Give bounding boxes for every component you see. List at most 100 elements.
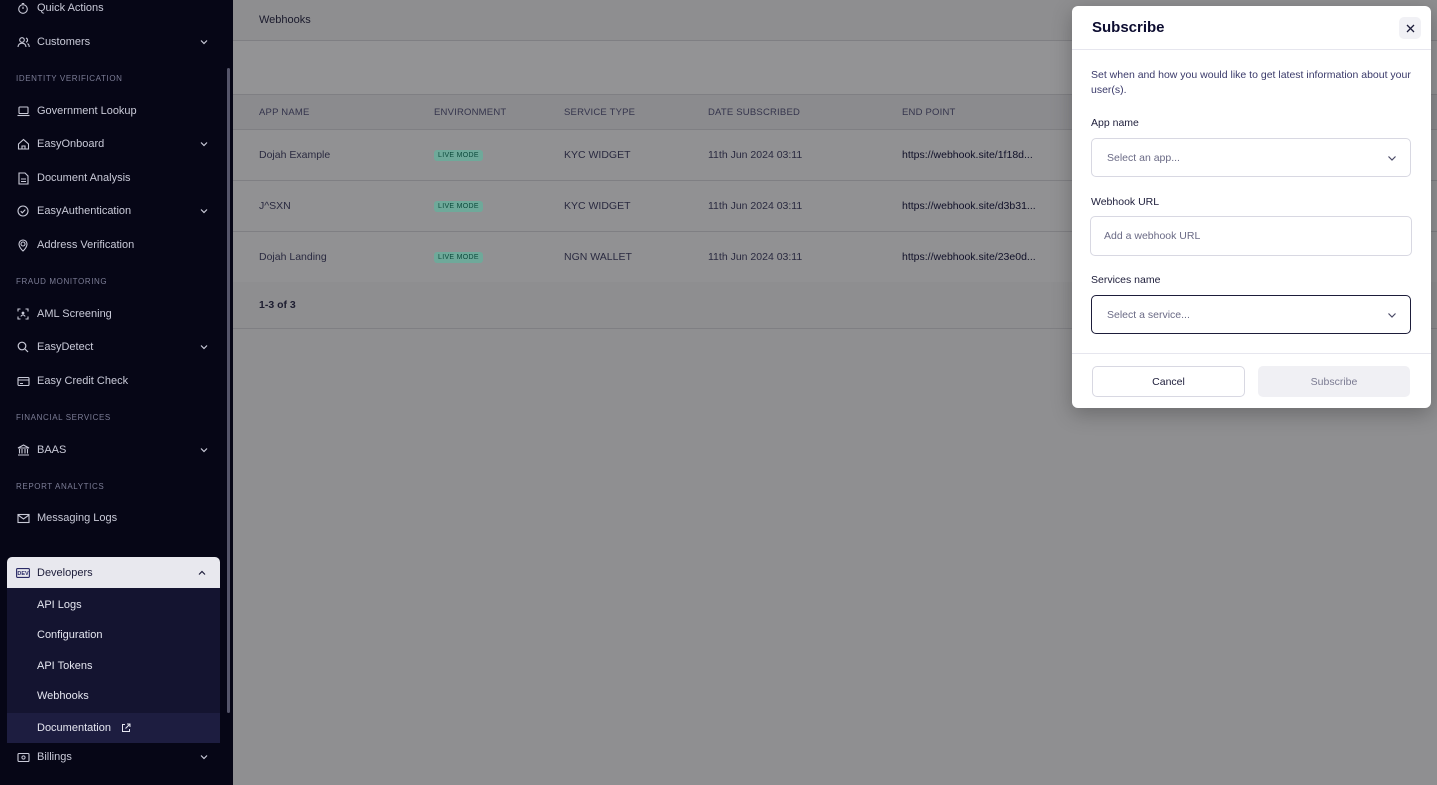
date-cell: 11th Jun 2024 03:11 [708, 200, 803, 212]
sidebar-item-label: Billings [37, 751, 72, 763]
sidebar-subitem-label: Documentation [37, 722, 111, 734]
column-header: SERVICE TYPE [564, 107, 636, 118]
page-title: Webhooks [259, 14, 311, 26]
status-badge: LIVE MODE [434, 252, 483, 263]
app-name-placeholder: Select an app... [1107, 151, 1180, 164]
endpoint-link[interactable]: https://webhook.site/1f18d... [902, 149, 1033, 161]
sidebar-item-label: Easy Credit Check [37, 375, 129, 387]
sidebar-item-document-analysis[interactable]: Document Analysis [0, 163, 226, 193]
stopwatch-icon [16, 1, 30, 15]
sidebar-item-baas[interactable]: BAAS [0, 435, 226, 465]
chevron-down-icon [1388, 313, 1396, 318]
app-name-cell: Dojah Example [259, 149, 331, 161]
sidebar-item-aml-screening[interactable]: AML Screening [0, 299, 226, 329]
chevron-down-icon [200, 755, 208, 760]
dev-icon: DEV [16, 567, 30, 579]
chevron-down-icon [200, 209, 208, 214]
date-cell: 11th Jun 2024 03:11 [708, 149, 803, 161]
close-icon [1406, 24, 1414, 32]
document-icon [16, 171, 30, 185]
sidebar-item-easydetect[interactable]: EasyDetect [0, 332, 226, 362]
services-name-placeholder: Select a service... [1107, 308, 1190, 321]
sidebar-item-label: Address Verification [37, 239, 135, 251]
sidebar-subitem-webhooks[interactable]: Webhooks [37, 690, 89, 702]
app-name-select[interactable]: Select an app... [1091, 138, 1411, 177]
section-label-identity: IDENTITY VERIFICATION [16, 74, 123, 83]
sidebar-item-customers[interactable]: Customers [0, 27, 226, 57]
sidebar-item-label: BAAS [37, 444, 67, 456]
sidebar-item-messaging-logs[interactable]: Messaging Logs [0, 503, 226, 533]
users-icon [16, 35, 30, 49]
credit-card-icon [16, 374, 30, 388]
sidebar-subitem-configuration[interactable]: Configuration [37, 629, 102, 641]
sidebar-item-easy-credit-check[interactable]: Easy Credit Check [0, 366, 226, 396]
chevron-down-icon [1388, 156, 1396, 161]
sidebar-item-easyauthentication[interactable]: EasyAuthentication [0, 196, 226, 226]
sidebar-item-developers[interactable]: DEV Developers [7, 557, 220, 588]
chevron-down-icon [200, 448, 208, 453]
sidebar-scrollbar[interactable] [227, 68, 230, 713]
sidebar-subitem-api-logs[interactable]: API Logs [37, 599, 82, 611]
check-circle-icon [16, 204, 30, 218]
section-label-fraud: FRAUD MONITORING [16, 277, 108, 286]
sidebar-item-quick-actions[interactable]: Quick Actions [0, 0, 226, 23]
sidebar-item-billings[interactable]: Billings [0, 742, 226, 772]
cancel-button[interactable]: Cancel [1092, 366, 1245, 397]
app-name-cell: Dojah Landing [259, 251, 327, 263]
sidebar-item-label: AML Screening [37, 308, 112, 320]
close-button[interactable] [1399, 17, 1421, 39]
services-name-label: Services name [1091, 274, 1161, 286]
sidebar-item-label: Customers [37, 36, 91, 48]
services-name-select[interactable]: Select a service... [1091, 295, 1411, 334]
column-header: APP NAME [259, 107, 310, 118]
modal-title: Subscribe [1092, 19, 1165, 36]
column-header: END POINT [902, 107, 956, 118]
map-pin-icon [16, 238, 30, 252]
chevron-down-icon [200, 345, 208, 350]
webhook-url-input[interactable] [1090, 216, 1412, 256]
external-link-icon [122, 723, 131, 732]
status-badge: LIVE MODE [434, 150, 483, 161]
subscribe-button[interactable]: Subscribe [1258, 366, 1410, 397]
sidebar: Quick Actions Customers IDENTITY VERIFIC… [0, 0, 233, 785]
bank-icon [16, 443, 30, 457]
sidebar-item-address-verification[interactable]: Address Verification [0, 230, 226, 260]
modal-header: Subscribe [1072, 6, 1431, 50]
column-header: ENVIRONMENT [434, 107, 507, 118]
scan-face-icon [16, 307, 30, 321]
sidebar-subitem-api-tokens[interactable]: API Tokens [37, 660, 92, 672]
chevron-down-icon [200, 40, 208, 45]
sidebar-subitem-documentation[interactable]: Documentation [7, 713, 220, 743]
chevron-down-icon [200, 142, 208, 147]
webhook-url-label: Webhook URL [1091, 196, 1160, 208]
laptop-icon [16, 104, 30, 118]
sidebar-item-label: Document Analysis [37, 172, 131, 184]
section-label-report: REPORT ANALYTICS [16, 482, 105, 491]
app-name-cell: J^SXN [259, 200, 291, 212]
home-icon [16, 137, 30, 151]
sidebar-item-label: Messaging Logs [37, 512, 118, 524]
sidebar-item-label: EasyAuthentication [37, 205, 132, 217]
endpoint-link[interactable]: https://webhook.site/d3b31... [902, 200, 1036, 212]
sidebar-item-label: EasyDetect [37, 341, 94, 353]
sidebar-item-label: Developers [37, 566, 93, 579]
subscribe-modal: Subscribe Set when and how you would lik… [1072, 6, 1431, 408]
sidebar-item-government-lookup[interactable]: Government Lookup [0, 96, 226, 126]
chevron-up-icon [198, 570, 206, 575]
section-label-financial: FINANCIAL SERVICES [16, 413, 111, 422]
service-type-cell: KYC WIDGET [564, 149, 631, 161]
service-type-cell: NGN WALLET [564, 251, 632, 263]
modal-footer: Cancel Subscribe [1072, 353, 1431, 408]
status-badge: LIVE MODE [434, 201, 483, 212]
svg-text:DEV: DEV [17, 571, 29, 577]
sidebar-item-label: EasyOnboard [37, 138, 105, 150]
sidebar-item-label: Government Lookup [37, 105, 137, 117]
endpoint-link[interactable]: https://webhook.site/23e0d... [902, 251, 1036, 263]
bill-icon [16, 750, 30, 764]
modal-description: Set when and how you would like to get l… [1091, 69, 1411, 96]
sidebar-item-label: Quick Actions [37, 2, 104, 14]
service-type-cell: KYC WIDGET [564, 200, 631, 212]
date-cell: 11th Jun 2024 03:11 [708, 251, 803, 263]
search-icon [16, 340, 30, 354]
sidebar-item-easyonboard[interactable]: EasyOnboard [0, 129, 226, 159]
